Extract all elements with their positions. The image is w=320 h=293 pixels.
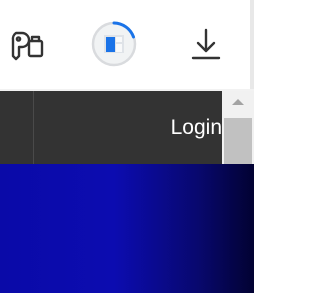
toolbar-edge xyxy=(250,0,254,91)
page-scrollbar[interactable] xyxy=(222,91,254,164)
scrollbar-thumb[interactable] xyxy=(224,118,252,164)
site-navbar: Login xyxy=(0,91,222,164)
password-key-icon[interactable] xyxy=(8,24,48,64)
login-link[interactable]: Login xyxy=(34,91,222,164)
download-icon[interactable] xyxy=(188,24,224,64)
browser-window: Login xyxy=(0,0,254,293)
browser-toolbar xyxy=(0,0,250,89)
login-label: Login xyxy=(170,115,222,139)
scroll-up-arrow-icon[interactable] xyxy=(222,91,254,113)
extension-loading-icon[interactable] xyxy=(88,18,140,70)
hero-banner xyxy=(0,164,254,293)
